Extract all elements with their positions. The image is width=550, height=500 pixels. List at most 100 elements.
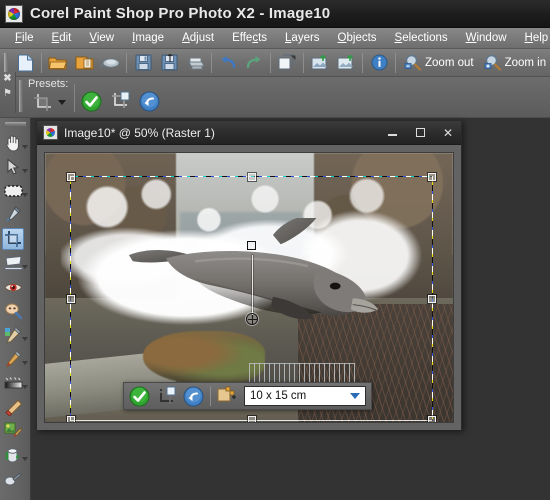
presets-label: Presets: [28,78,69,90]
menu-item-edit[interactable]: Edit [43,30,81,46]
zoom-in-label: Zoom in [504,56,547,69]
pick-tool[interactable] [0,155,31,179]
presets-group: Presets: [28,78,68,113]
menu-item-effects[interactable]: Effects [223,30,276,46]
app-icon [5,4,23,23]
selection-tool[interactable] [0,179,31,203]
zoom-out-label: Zoom out [425,56,474,69]
pin-icon[interactable]: ⚑ [3,89,12,99]
chevron-down-icon[interactable] [22,385,28,389]
save-icon[interactable] [130,51,156,75]
image-canvas[interactable]: 10 x 15 cm [44,152,454,423]
smudge-tool[interactable] [0,467,31,491]
tools-palette-grip[interactable] [4,122,26,127]
undo-icon[interactable] [215,51,241,75]
options-separator [74,84,76,112]
pan-tool[interactable] [0,131,31,155]
document-title-bar[interactable]: Image10* @ 50% (Raster 1) ✕ [37,121,461,145]
menu-item-image[interactable]: Image [123,30,173,46]
chevron-down-icon[interactable] [22,337,28,341]
menu-item-window[interactable]: Window [457,30,516,46]
apply-crop-button[interactable] [81,91,102,112]
chevron-down-icon[interactable] [350,393,360,399]
toolbar-separator [362,52,363,73]
crop-as-new-image-button[interactable] [110,91,131,112]
toolbar-separator [211,52,212,73]
picture-tube-tool[interactable] [0,419,31,443]
toolbar-separator [303,52,304,73]
capture-icon[interactable] [97,51,123,75]
preset-dropdown-caret[interactable] [58,99,66,105]
menu-item-objects[interactable]: Objects [329,30,386,46]
menu-item-view[interactable]: View [80,30,123,46]
document-minimize-button[interactable] [381,124,403,142]
zoom-out-button[interactable]: Zoom out [399,51,479,75]
redo-icon[interactable] [241,51,267,75]
menu-bar: File Edit View Image Adjust Effects Laye… [0,28,550,49]
paint-brush-tool[interactable] [0,347,31,371]
crop-actions [81,91,160,112]
duplicate-icon[interactable] [274,51,300,75]
menu-item-file[interactable]: File [6,30,43,46]
dodge-burn-tool[interactable] [0,371,31,395]
share-photo-icon[interactable] [307,51,333,75]
save-as-icon[interactable] [156,51,182,75]
browse-folder-icon[interactable] [71,51,97,75]
document-close-button[interactable]: ✕ [437,124,459,142]
floating-crop-toolbar[interactable]: 10 x 15 cm [123,382,372,410]
chevron-down-icon[interactable] [22,169,28,173]
eraser-tool[interactable] [0,395,31,419]
clone-brush-tool[interactable] [0,323,31,347]
new-image-icon[interactable] [12,51,38,75]
tools-palette [0,118,31,500]
toolbar-separator [270,52,271,73]
menu-item-selections[interactable]: Selections [386,30,457,46]
snap-to-layer-icon[interactable] [217,386,238,407]
crop-preset-combo[interactable]: 10 x 15 cm [244,386,366,406]
toolbar-separator [395,52,396,73]
workspace[interactable]: Image10* @ 50% (Raster 1) ✕ 10 x 15 cm [31,118,550,500]
image-document-window[interactable]: Image10* @ 50% (Raster 1) ✕ 10 x 15 cm [36,120,462,430]
flood-fill-tool[interactable] [0,443,31,467]
crop-toolbar-separator [210,386,211,406]
tool-options-bar: ✖ ⚑ Presets: [0,72,550,118]
menu-item-adjust[interactable]: Adjust [173,30,223,46]
document-caption: Image10* @ 50% (Raster 1) [64,125,215,140]
reset-crop-button[interactable] [139,91,160,112]
red-eye-tool[interactable] [0,275,31,299]
open-folder-icon[interactable] [45,51,71,75]
chevron-down-icon[interactable] [22,361,28,365]
crop-as-new-image-button[interactable] [156,386,177,407]
info-icon[interactable] [366,51,392,75]
dropper-tool[interactable] [0,203,31,227]
document-icon [43,125,58,140]
toolbar-separator [41,52,42,73]
tool-options-handle[interactable]: ✖ ⚑ [0,72,16,113]
dolphin-object [127,217,380,342]
application-window: Corel Paint Shop Pro Photo X2 - Image10 … [0,0,550,500]
crop-preset-icon[interactable] [28,91,56,113]
crop-reset-button[interactable] [183,386,204,407]
tool-options-grip[interactable] [19,80,23,112]
print-icon[interactable] [182,51,208,75]
window-title: Corel Paint Shop Pro Photo X2 - Image10 [30,5,331,22]
upload-photo-icon[interactable] [333,51,359,75]
menu-item-layers[interactable]: Layers [276,30,329,46]
zoom-in-button[interactable]: Zoom in [479,51,550,75]
toolbar-grip[interactable] [4,52,8,73]
menu-item-help[interactable]: Help [516,30,550,46]
document-maximize-button[interactable] [409,124,431,142]
straighten-tool[interactable] [0,251,31,275]
chevron-down-icon[interactable] [22,145,28,149]
chevron-down-icon[interactable] [22,265,28,269]
chevron-down-icon[interactable] [22,193,28,197]
crop-tool[interactable] [0,227,31,251]
crop-preset-value: 10 x 15 cm [250,390,307,402]
makeover-tool[interactable] [0,299,31,323]
crop-apply-button[interactable] [129,386,150,407]
title-bar: Corel Paint Shop Pro Photo X2 - Image10 [0,0,550,28]
chevron-down-icon[interactable] [22,457,28,461]
toolbar-separator [126,52,127,73]
document-body[interactable]: 10 x 15 cm [37,145,461,430]
close-icon[interactable]: ✖ [3,74,11,84]
